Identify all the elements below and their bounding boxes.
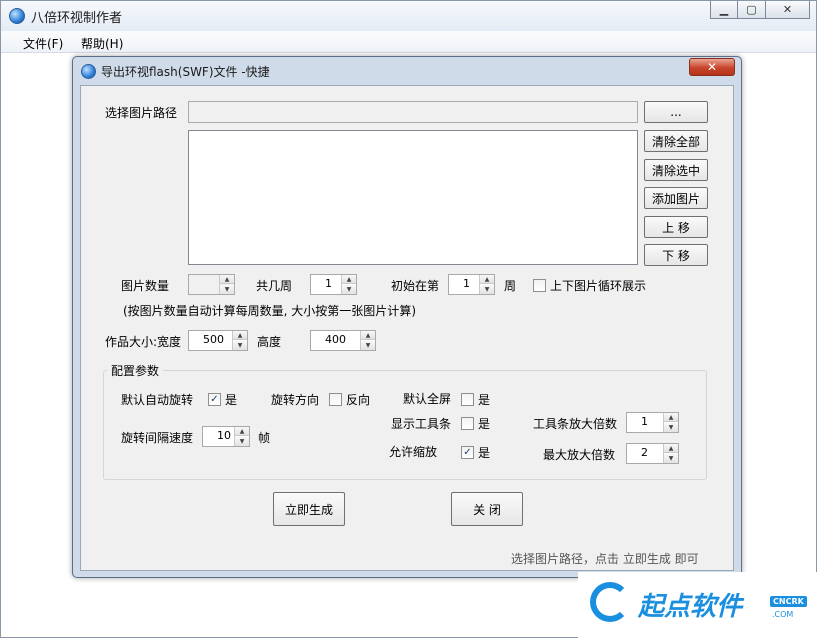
config-group-title: 配置参数 xyxy=(107,362,164,379)
minimize-icon: ▁ xyxy=(719,3,729,16)
close-icon: ✕ xyxy=(782,3,793,16)
add-image-button[interactable]: 添加图片 xyxy=(644,187,708,209)
dialog-body: 选择图片路径 ... 清除全部 清除选中 添加图片 上 移 下 移 图片数量 ▲… xyxy=(80,85,734,571)
menu-file[interactable]: 文件(F) xyxy=(19,34,67,53)
direction-label: 旋转方向 xyxy=(271,393,320,407)
toolbar-zoom-value: 1 xyxy=(641,415,648,428)
auto-calc-note: (按图片数量自动计算每周数量, 大小按第一张图片计算) xyxy=(123,304,416,318)
reverse-label: 反向 xyxy=(346,393,371,407)
size-label: 作品大小:宽度 xyxy=(105,335,182,349)
fullscreen-checkbox[interactable] xyxy=(461,393,474,406)
menu-help[interactable]: 帮助(H) xyxy=(77,34,127,53)
checkmark-icon: ✓ xyxy=(210,394,219,405)
spin-down-icon: ▼ xyxy=(220,285,234,294)
watermark-text: 起点软件 xyxy=(638,592,743,622)
allow-zoom-checkbox[interactable]: ✓ xyxy=(461,446,474,459)
path-input[interactable] xyxy=(188,101,638,123)
spin-down-icon[interactable]: ▼ xyxy=(664,423,678,432)
fullscreen-label: 默认全屏 xyxy=(403,392,452,406)
auto-rotate-label: 默认自动旋转 xyxy=(121,393,194,407)
frame-unit-label: 帧 xyxy=(258,431,271,445)
height-value: 400 xyxy=(325,333,346,346)
close-dialog-button[interactable]: 关 闭 xyxy=(451,492,523,526)
allow-zoom-label: 允许缩放 xyxy=(389,445,438,459)
max-zoom-spinner[interactable]: 2 ▲ ▼ xyxy=(626,443,679,464)
export-dialog: 导出环视flash(SWF)文件 -快捷 ✕ 选择图片路径 ... 清除全部 清… xyxy=(72,56,742,578)
spin-down-icon[interactable]: ▼ xyxy=(233,341,247,350)
spin-up-icon[interactable]: ▲ xyxy=(361,331,375,340)
start-spinner[interactable]: 1 ▲ ▼ xyxy=(448,274,495,295)
menu-bar: 文件(F) 帮助(H) xyxy=(1,31,816,53)
loop-label: 上下图片循环展示 xyxy=(550,279,647,293)
spin-up-icon[interactable]: ▲ xyxy=(233,331,247,340)
maximize-button[interactable]: ▢ xyxy=(738,1,766,19)
move-down-button[interactable]: 下 移 xyxy=(644,244,708,266)
spin-up-icon[interactable]: ▲ xyxy=(235,427,249,436)
globe-icon xyxy=(81,64,96,79)
start-label: 初始在第 xyxy=(391,279,440,293)
toolbar-zoom-spinner[interactable]: 1 ▲ ▼ xyxy=(626,412,679,433)
width-spinner[interactable]: 500 ▲ ▼ xyxy=(188,330,248,351)
auto-rotate-yes: 是 xyxy=(225,393,238,407)
loop-checkbox[interactable] xyxy=(533,279,546,292)
spin-down-icon[interactable]: ▼ xyxy=(480,285,494,294)
spin-up-icon[interactable]: ▲ xyxy=(480,275,494,284)
watermark-logo: 起点软件 CNCRK .COM xyxy=(578,572,817,638)
interval-value: 10 xyxy=(217,429,231,442)
week-unit-label: 周 xyxy=(504,279,517,293)
toolbar-checkbox[interactable] xyxy=(461,417,474,430)
toolbar-zoom-label: 工具条放大倍数 xyxy=(533,417,618,431)
weeks-spinner[interactable]: 1 ▲ ▼ xyxy=(310,274,357,295)
spin-down-icon[interactable]: ▼ xyxy=(664,454,678,463)
auto-rotate-checkbox[interactable]: ✓ xyxy=(208,393,221,406)
dialog-title-bar: 导出环视flash(SWF)文件 -快捷 ✕ xyxy=(73,57,741,85)
minimize-button[interactable]: ▁ xyxy=(710,1,738,19)
width-value: 500 xyxy=(203,333,224,346)
spin-down-icon[interactable]: ▼ xyxy=(342,285,356,294)
spin-down-icon[interactable]: ▼ xyxy=(361,341,375,350)
reverse-checkbox[interactable] xyxy=(329,393,342,406)
image-count-spinner: ▲ ▼ xyxy=(188,274,235,295)
spin-up-icon: ▲ xyxy=(220,275,234,284)
clear-all-button[interactable]: 清除全部 xyxy=(644,130,708,152)
watermark-domain: .COM xyxy=(772,610,794,619)
spin-up-icon[interactable]: ▲ xyxy=(664,413,678,422)
allow-zoom-yes: 是 xyxy=(478,446,491,460)
status-text: 选择图片路径，点击 立即生成 即可 xyxy=(511,552,699,566)
path-label: 选择图片路径 xyxy=(105,106,178,120)
checkmark-icon: ✓ xyxy=(463,447,472,458)
logo-ring-icon xyxy=(590,582,630,622)
spin-up-icon[interactable]: ▲ xyxy=(342,275,356,284)
watermark-tag: CNCRK xyxy=(770,596,807,607)
generate-button[interactable]: 立即生成 xyxy=(273,492,345,526)
height-label: 高度 xyxy=(257,335,282,349)
spin-up-icon[interactable]: ▲ xyxy=(664,444,678,453)
app-title: 八倍环视制作者 xyxy=(31,11,123,26)
browse-button[interactable]: ... xyxy=(644,101,708,123)
globe-icon xyxy=(9,8,25,24)
interval-label: 旋转间隔速度 xyxy=(121,431,194,445)
max-zoom-label: 最大放大倍数 xyxy=(543,448,616,462)
weeks-value: 1 xyxy=(325,277,332,290)
image-list[interactable] xyxy=(188,130,638,265)
spin-down-icon[interactable]: ▼ xyxy=(235,437,249,446)
move-up-button[interactable]: 上 移 xyxy=(644,216,708,238)
close-icon: ✕ xyxy=(706,60,718,74)
fullscreen-yes: 是 xyxy=(478,393,491,407)
toolbar-yes: 是 xyxy=(478,417,491,431)
dialog-title: 导出环视flash(SWF)文件 -快捷 xyxy=(101,65,270,79)
dialog-close-button[interactable]: ✕ xyxy=(689,58,735,76)
image-count-label: 图片数量 xyxy=(121,279,170,293)
height-spinner[interactable]: 400 ▲ ▼ xyxy=(310,330,376,351)
interval-spinner[interactable]: 10 ▲ ▼ xyxy=(202,426,250,447)
clear-selected-button[interactable]: 清除选中 xyxy=(644,159,708,181)
main-title-bar: 八倍环视制作者 ▁ ▢ ✕ xyxy=(1,1,816,31)
toolbar-label: 显示工具条 xyxy=(391,417,452,431)
maximize-icon: ▢ xyxy=(746,3,757,16)
weeks-label: 共几周 xyxy=(256,279,293,293)
close-button[interactable]: ✕ xyxy=(766,1,810,19)
start-value: 1 xyxy=(463,277,470,290)
max-zoom-value: 2 xyxy=(641,446,648,459)
